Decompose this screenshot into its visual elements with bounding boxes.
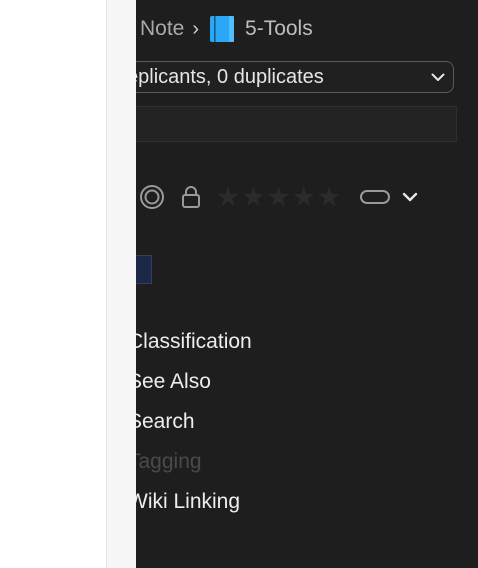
menu-item-search[interactable]: Search [136, 408, 252, 448]
left-gutter [107, 0, 136, 568]
notebook-icon [209, 15, 235, 43]
menu-item-see-also[interactable]: See Also [136, 368, 252, 408]
star-icon[interactable]: ★ [241, 184, 265, 211]
duplicates-dropdown[interactable]: eplicants, 0 duplicates [136, 61, 454, 93]
chevron-down-icon [423, 73, 453, 82]
breadcrumb-item-note[interactable]: Note [140, 17, 184, 41]
chevron-down-icon[interactable] [402, 189, 418, 205]
target-icon[interactable] [138, 183, 166, 211]
breadcrumb-separator: › [192, 17, 200, 40]
inspector-pane: Note › 5-Tools eplicants, 0 duplicates ★… [136, 0, 478, 568]
star-icon[interactable]: ★ [266, 184, 290, 211]
lock-icon[interactable] [180, 185, 202, 209]
menu-item-wiki-linking[interactable]: Wiki Linking [136, 488, 252, 528]
star-icon[interactable]: ★ [292, 184, 316, 211]
color-swatch[interactable] [136, 255, 152, 284]
breadcrumb-item-5-tools[interactable]: 5-Tools [245, 17, 313, 41]
menu-item-tagging: Tagging [136, 450, 202, 473]
metadata-row: ★ ★ ★ ★ ★ [138, 181, 418, 213]
star-icon[interactable]: ★ [216, 184, 240, 211]
left-pane [0, 0, 106, 568]
search-input[interactable] [136, 106, 457, 142]
inspector-menu: Classification See Also Search Tagging W… [136, 328, 252, 528]
menu-item-classification[interactable]: Classification [136, 328, 252, 368]
label-pill-icon[interactable] [360, 190, 391, 204]
breadcrumb: Note › 5-Tools [140, 15, 313, 43]
star-rating[interactable]: ★ ★ ★ ★ ★ [216, 184, 342, 211]
star-icon[interactable]: ★ [317, 184, 341, 211]
duplicates-dropdown-value: eplicants, 0 duplicates [136, 65, 324, 88]
